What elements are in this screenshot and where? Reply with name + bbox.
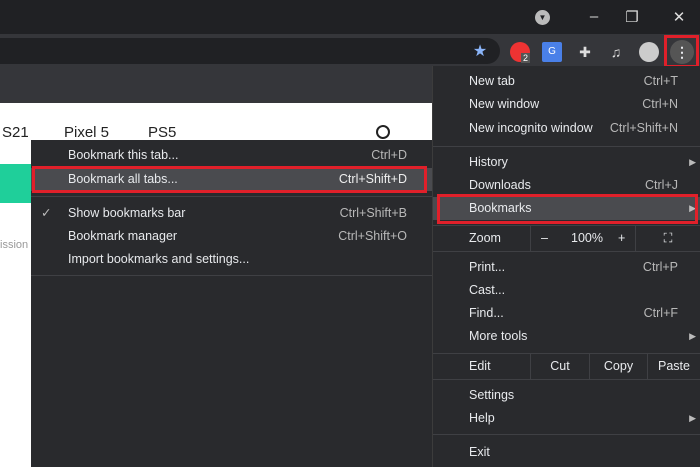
profile-avatar[interactable] <box>639 42 659 62</box>
nav-link[interactable]: Pixel 5 <box>64 124 109 141</box>
address-bar[interactable] <box>0 38 500 64</box>
extensions-puzzle-icon[interactable]: ✚ <box>575 42 595 62</box>
shortcut: Ctrl+N <box>642 97 678 111</box>
menu-item-new-incognito[interactable]: New incognito window Ctrl+Shift+N <box>433 117 700 140</box>
label: New window <box>469 97 540 111</box>
label: Zoom <box>469 231 501 245</box>
shortcut: Ctrl+D <box>371 148 407 162</box>
menu-item-find[interactable]: Find... Ctrl+F <box>433 302 700 325</box>
shortcut: Ctrl+P <box>642 260 678 274</box>
label: History <box>469 155 508 169</box>
shortcut: Ctrl+Shift+O <box>338 229 407 243</box>
menu-item-bookmark-manager[interactable]: Bookmark manager Ctrl+Shift+O <box>31 225 432 248</box>
submenu-arrow-icon: ▶ <box>689 157 696 167</box>
chrome-main-menu: New tab Ctrl+T New window Ctrl+N New incog… <box>432 66 700 467</box>
zoom-in-button[interactable]: + <box>618 226 625 251</box>
zoom-out-button[interactable]: – <box>541 226 548 251</box>
label: New incognito window <box>469 121 593 135</box>
label: Edit <box>469 359 491 373</box>
divider <box>433 146 700 147</box>
menu-item-cast[interactable]: Cast... <box>433 279 700 302</box>
restore-button[interactable]: ❐ <box>622 8 642 26</box>
label: Show bookmarks bar <box>68 206 186 220</box>
label: Help <box>469 411 495 425</box>
zoom-controls: – 100% + <box>530 226 635 251</box>
minimize-button[interactable]: – <box>584 8 604 25</box>
shortcut: Ctrl+T <box>643 74 678 88</box>
nav-link[interactable]: PS5 <box>148 124 176 141</box>
shortcut: Ctrl+F <box>643 306 678 320</box>
label: More tools <box>469 329 528 343</box>
label: Bookmark manager <box>68 229 178 243</box>
cut-button[interactable]: Cut <box>530 354 589 379</box>
divider <box>433 379 700 380</box>
green-banner <box>0 164 31 203</box>
label: Import bookmarks and settings... <box>68 252 250 266</box>
highlight-box <box>664 35 699 68</box>
label: New tab <box>469 74 515 88</box>
media-control-icon[interactable]: ♫ <box>606 42 626 62</box>
label: Cast... <box>469 283 506 297</box>
nav-link[interactable]: S21 <box>2 124 29 141</box>
divider <box>433 434 700 435</box>
paste-button[interactable]: Paste <box>647 354 700 379</box>
shortcut: Ctrl+Shift+B <box>339 206 407 220</box>
edit-row: Edit Cut Copy Paste <box>433 354 700 379</box>
menu-item-help[interactable]: Help ▶ <box>433 407 700 430</box>
menu-item-print[interactable]: Print... Ctrl+P <box>433 256 700 279</box>
menu-item-bookmark-this-tab[interactable]: Bookmark this tab... Ctrl+D <box>31 144 432 167</box>
label: Print... <box>469 260 506 274</box>
menu-item-show-bookmarks-bar[interactable]: ✓ Show bookmarks bar Ctrl+Shift+B <box>31 202 432 225</box>
menu-item-import-bookmarks[interactable]: Import bookmarks and settings... <box>31 248 432 271</box>
highlight-box <box>32 166 427 193</box>
highlight-box <box>437 194 698 224</box>
menu-item-new-tab[interactable]: New tab Ctrl+T <box>433 70 700 93</box>
zoom-row: Zoom – 100% + ⛶ <box>433 226 700 251</box>
menu-item-history[interactable]: History ▶ <box>433 151 700 174</box>
bookmark-star-icon[interactable]: ★ <box>470 42 490 62</box>
menu-item-exit[interactable]: Exit <box>433 441 700 464</box>
label: Settings <box>469 388 515 402</box>
tab-search-button[interactable]: ▼ <box>535 10 550 25</box>
close-button[interactable]: ✕ <box>669 8 689 26</box>
label: Exit <box>469 445 490 459</box>
shortcut: Ctrl+Shift+N <box>609 121 678 135</box>
zoom-level: 100% <box>571 231 603 245</box>
submenu-arrow-icon: ▶ <box>689 413 696 423</box>
menu-item-new-window[interactable]: New window Ctrl+N <box>433 93 700 116</box>
page-text-fragment: ission <box>0 239 29 251</box>
fullscreen-icon[interactable]: ⛶ <box>635 226 700 251</box>
copy-button[interactable]: Copy <box>589 354 647 379</box>
translate-icon[interactable]: G <box>542 42 562 62</box>
checkmark-icon: ✓ <box>41 206 52 220</box>
submenu-arrow-icon: ▶ <box>689 331 696 341</box>
divider <box>433 251 700 252</box>
search-icon[interactable] <box>376 125 390 139</box>
divider <box>31 275 432 276</box>
label: Find... <box>469 306 504 320</box>
extension-badge: 2 <box>521 53 531 63</box>
menu-item-more-tools[interactable]: More tools ▶ <box>433 325 700 348</box>
label: Bookmark this tab... <box>68 148 179 162</box>
menu-item-settings[interactable]: Settings <box>433 384 700 407</box>
divider <box>31 196 432 197</box>
